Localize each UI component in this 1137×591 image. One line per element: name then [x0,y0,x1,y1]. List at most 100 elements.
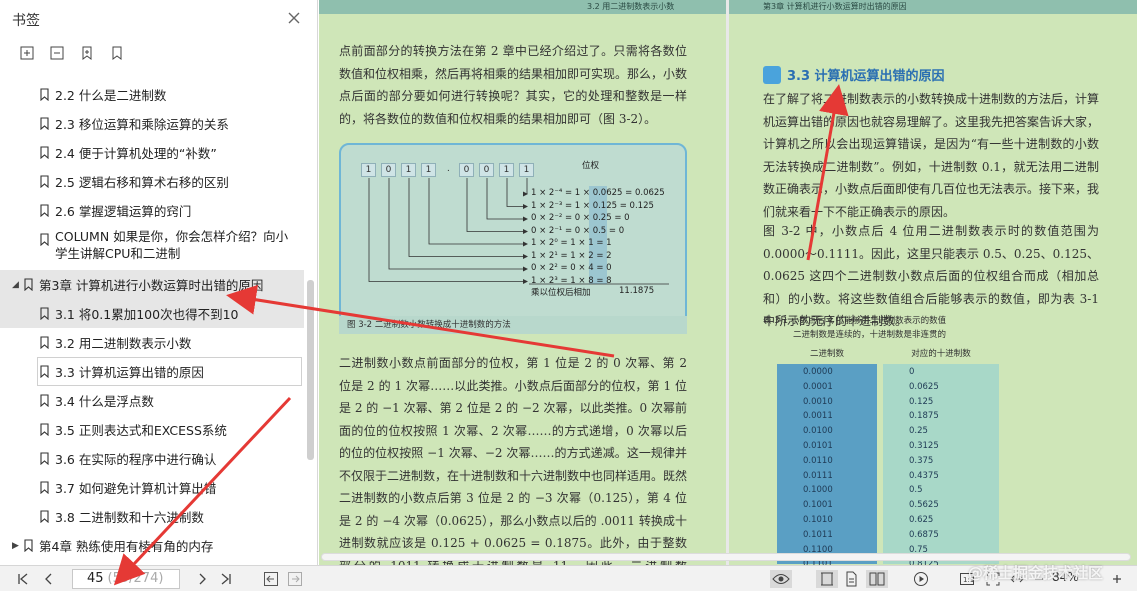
binary-digit: 1 [401,163,416,177]
single-page-view-icon[interactable] [816,570,838,588]
bookmark-item[interactable]: 3.2 用二进制数表示小数 [0,328,304,357]
bookmark-label: 2.2 什么是二进制数 [55,88,167,103]
sidebar-scrollbar[interactable] [307,280,314,460]
bookmark-icon [40,423,49,437]
binary-digit: 0 [479,163,494,177]
bookmark-item[interactable]: 3.1 将0.1累加100次也得不到10 [0,299,304,328]
bookmark-label: 3.4 什么是浮点数 [55,394,154,409]
table-cell-decimal: 0.125 [909,396,934,407]
table-header: 对应的十进制数 [911,349,971,359]
bookmark-icon [24,278,33,292]
weight-expression: 1 × 2⁰ = 1 × 1 = 1 [531,238,612,248]
continuous-view-icon[interactable] [842,570,860,588]
table-cell-decimal: 0.625 [909,515,934,525]
section-title: 3.3 计算机运算出错的原因 [787,69,945,84]
bookmark-label: 2.6 掌握逻辑运算的窍门 [55,204,192,219]
bookmark-item[interactable]: 3.5 正则表达式和EXCESS系统 [0,415,304,444]
remove-bookmark-icon[interactable] [48,44,66,62]
watermark: @稀土掘金技术社区 [968,564,1104,582]
bookmark-item[interactable]: ◢ 第3章 计算机进行小数运算时出错的原因 [0,270,304,299]
last-page-icon[interactable] [217,570,235,588]
bookmark-item[interactable]: 3.3 计算机运算出错的原因 [37,357,302,386]
expanded-caret-icon[interactable]: ◢ [12,280,19,290]
collapsed-caret-icon[interactable]: ▶ [12,541,19,551]
bottom-toolbar: 45 (59/274) 1:1 84% [0,565,1137,591]
bookmark-icon [40,394,49,408]
sidebar-title: 书签 [12,13,40,29]
table-cell-binary: 0.0010 [803,396,833,407]
bookmark-icon [40,365,49,379]
eye-icon[interactable] [770,570,792,588]
bookmark-add-icon[interactable] [78,44,96,62]
bookmark-icon [24,539,33,553]
bookmark-label: 第3章 计算机进行小数运算时出错的原因 [39,278,264,293]
next-page-icon[interactable] [193,570,211,588]
bookmark-label: 3.3 计算机运算出错的原因 [55,365,204,380]
bookmark-label: 3.2 用二进制数表示小数 [55,336,192,351]
right-page: 第3章 计算机进行小数运算时出错的原因 3.3 计算机运算出错的原因 在了解了将… [729,0,1137,565]
horizontal-scrollbar[interactable] [321,553,1131,561]
bookmark-item[interactable]: 3.7 如何避免计算机计算出错 [0,473,304,502]
bookmark-item[interactable]: 2.2 什么是二进制数 [0,80,304,109]
bookmark-icon[interactable] [108,44,126,62]
table-cell-binary: 0.0111 [803,470,833,481]
binary-digit: 0 [381,163,396,177]
first-page-icon[interactable] [14,570,32,588]
binary-digit: 1 [361,163,376,177]
binary-digit: 1 [499,163,514,177]
weight-expression: 1 × 2⁻³ = 1 × 0.125 = 0.125 [531,200,654,211]
bookmark-item[interactable]: 2.3 移位运算和乘除运算的关系 [0,109,304,138]
bookmark-item[interactable]: 3.8 二进制数和十六进制数 [0,502,304,531]
paragraph: 二进制数小数点前面部分的位权，第 1 位是 2 的 0 次幂、第 2 位是 2 … [339,356,688,565]
bookmark-item[interactable]: 2.5 逻辑右移和算术右移的区别 [0,167,304,196]
bookmark-icon [40,204,49,218]
weight-expression: 0 × 2⁻¹ = 0 × 0.5 = 0 [531,225,625,236]
table-cell-binary: 0.0001 [803,381,833,392]
weight-expression: 1 × 2⁻⁴ = 1 × 0.0625 = 0.0625 [531,188,665,198]
table-cell-decimal: 0.0625 [909,381,939,392]
bookmark-icon [40,336,49,350]
play-icon[interactable] [912,570,930,588]
table-column-bg [883,364,999,564]
weight-expression: 0 × 2² = 0 × 4 = 0 [531,263,612,273]
table-cell-decimal: 0.5 [909,485,923,496]
weight-expression: 1 × 2³ = 1 × 8 = 8 [531,275,612,286]
table-cell-decimal: 0.4375 [909,470,939,481]
bookmark-item[interactable]: 2.6 掌握逻辑运算的窍门 [0,196,304,225]
bookmark-label: 3.5 正则表达式和EXCESS系统 [55,423,227,438]
bookmark-item[interactable]: 3.6 在实际的程序中进行确认 [0,444,304,473]
bookmark-icon [40,481,49,495]
prev-page-icon[interactable] [40,570,58,588]
add-bookmark-icon[interactable] [18,44,36,62]
table-cell-binary: 0.0000 [803,367,833,377]
page-number-input[interactable]: 45 (59/274) [72,569,180,589]
binary-digit: 1 [421,163,436,177]
bookmark-label: 3.8 二进制数和十六进制数 [55,510,204,525]
zoom-in-icon[interactable] [1108,570,1126,588]
bookmark-list: 2.2 什么是二进制数 2.3 移位运算和乘除运算的关系 2.4 便于计算机处理的“… [0,80,304,565]
back-icon[interactable] [262,570,280,588]
table-cell-binary: 0.0100 [803,426,833,437]
binary-digit: 0 [459,163,474,177]
bookmark-icon [40,117,49,131]
table-cell-binary: 0.0101 [803,441,833,451]
bookmark-item[interactable]: ▶ 第4章 熟练使用有棱有角的内存 [0,531,304,560]
bookmark-item[interactable]: 3.4 什么是浮点数 [0,386,304,415]
document-view[interactable]: 3.2 用二进制数表示小数 点前面部分的转换方法在第 2 章中已经介绍过了。只需… [319,0,1137,565]
bookmark-label: 第4章 熟练使用有棱有角的内存 [39,539,214,554]
bookmark-label: 3.1 将0.1累加100次也得不到10 [55,307,239,322]
bookmark-item[interactable]: 2.4 便于计算机处理的“补数” [0,138,304,167]
bookmark-icon [40,146,49,160]
table-cell-binary: 0.0011 [803,411,833,422]
bookmark-sidebar: 书签 2.2 什么是二进制数 2.3 移位运算和乘除运算的关系 2.4 便于计算机处… [0,0,318,565]
table-header: 二进制数 [809,349,844,359]
sum-value: 11.1875 [619,286,655,296]
double-page-view-icon[interactable] [866,570,888,588]
figure-caption: 图 3-2 二进制数小数转换成十进制数的方法 [339,316,687,334]
page-total: (59/274) [107,571,164,586]
bookmark-item[interactable]: COLUMN 如果是你，你会怎样介绍？向小学生讲解CPU和二进制 [0,225,304,265]
forward-icon[interactable] [286,570,304,588]
bookmark-label: COLUMN 如果是你，你会怎样介绍？向小学生讲解CPU和二进制 [55,229,289,261]
close-icon[interactable] [286,10,302,26]
bookmark-label: 2.4 便于计算机处理的“补数” [55,146,217,161]
